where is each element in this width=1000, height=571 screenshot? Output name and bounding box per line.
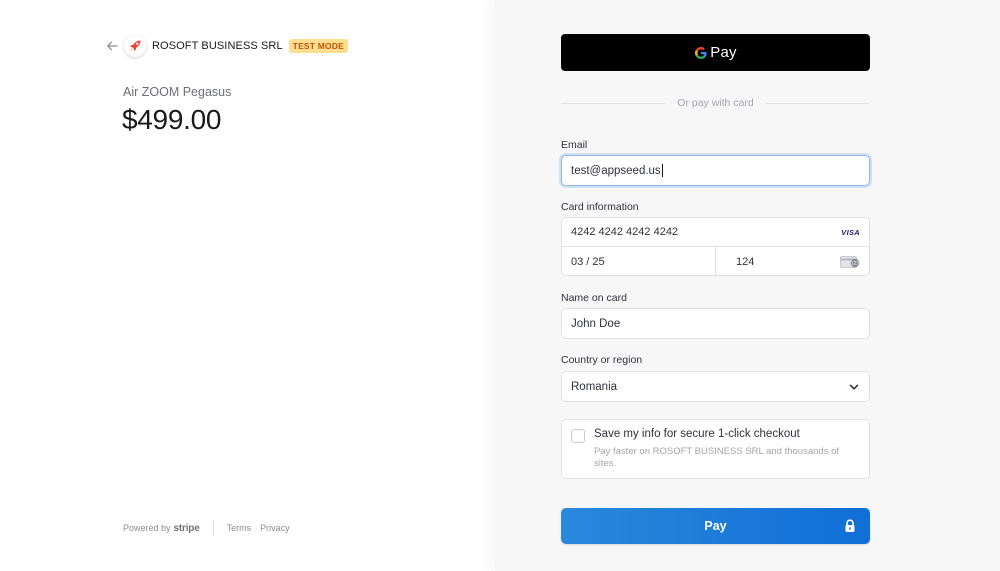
pay-button-label: Pay xyxy=(704,519,727,533)
card-information-group: 4242 4242 4242 4242 VISA 03 / 25 124 123 xyxy=(561,217,870,276)
privacy-link[interactable]: Privacy xyxy=(260,523,290,533)
text-caret xyxy=(661,164,663,177)
country-select[interactable]: Romania xyxy=(561,371,870,402)
or-pay-with-card-divider: Or pay with card xyxy=(561,96,871,110)
email-value: test@appseed.us xyxy=(571,164,661,177)
svg-text:123: 123 xyxy=(851,260,859,265)
google-pay-label: Pay xyxy=(710,44,737,61)
email-field[interactable]: test@appseed.us xyxy=(561,155,870,186)
powered-by-stripe[interactable]: Powered by stripe xyxy=(123,523,200,534)
lock-icon xyxy=(845,519,855,532)
divider-line-right xyxy=(765,102,871,104)
email-label: Email xyxy=(561,139,588,151)
card-number-value: 4242 4242 4242 4242 xyxy=(571,226,679,238)
name-on-card-field[interactable]: John Doe xyxy=(561,308,870,339)
google-pay-button[interactable]: Pay xyxy=(561,34,870,71)
terms-link[interactable]: Terms xyxy=(227,523,252,533)
rocket-icon xyxy=(130,40,141,51)
google-g-icon xyxy=(695,46,707,59)
merchant-header: ROSOFT BUSINESS SRL TEST MODE xyxy=(104,34,349,58)
arrow-left-icon xyxy=(107,41,118,51)
pay-button[interactable]: Pay xyxy=(561,508,870,544)
expiry-field[interactable]: 03 / 25 xyxy=(562,247,716,276)
divider-line-left xyxy=(561,102,666,104)
merchant-name[interactable]: ROSOFT BUSINESS SRL xyxy=(152,40,283,52)
name-on-card-value: John Doe xyxy=(571,317,621,330)
payment-pane xyxy=(495,0,1000,571)
cvc-value: 124 xyxy=(736,255,755,268)
cvc-field[interactable]: 124 123 xyxy=(716,247,869,276)
divider-text: Or pay with card xyxy=(677,97,754,109)
country-value: Romania xyxy=(571,380,618,393)
stripe-logo-text: stripe xyxy=(173,522,200,534)
visa-icon: VISA xyxy=(841,227,860,237)
name-on-card-label: Name on card xyxy=(561,292,627,304)
save-info-description: Pay faster on ROSOFT BUSINESS SRL and th… xyxy=(594,446,840,469)
card-cvc-icon: 123 xyxy=(840,255,860,268)
product-name: Air ZOOM Pegasus xyxy=(123,85,232,99)
save-info-box: Save my info for secure 1-click checkout… xyxy=(561,419,870,479)
product-price: $499.00 xyxy=(122,104,222,135)
back-button[interactable] xyxy=(104,38,120,54)
merchant-logo xyxy=(124,35,146,57)
footer-divider xyxy=(212,521,214,535)
chevron-down-icon xyxy=(849,384,859,390)
order-summary-pane: ROSOFT BUSINESS SRL TEST MODE Air ZOOM P… xyxy=(0,0,495,571)
powered-by-text: Powered by xyxy=(123,523,171,533)
card-number-field[interactable]: 4242 4242 4242 4242 VISA xyxy=(562,218,869,247)
test-mode-badge: TEST MODE xyxy=(288,39,349,53)
save-info-title[interactable]: Save my info for secure 1-click checkout xyxy=(594,428,800,440)
expiry-value: 03 / 25 xyxy=(571,255,605,268)
card-information-label: Card information xyxy=(561,201,639,213)
footer: Powered by stripe Terms Privacy xyxy=(123,521,299,535)
save-info-checkbox[interactable] xyxy=(571,429,585,443)
country-label: Country or region xyxy=(561,354,643,366)
